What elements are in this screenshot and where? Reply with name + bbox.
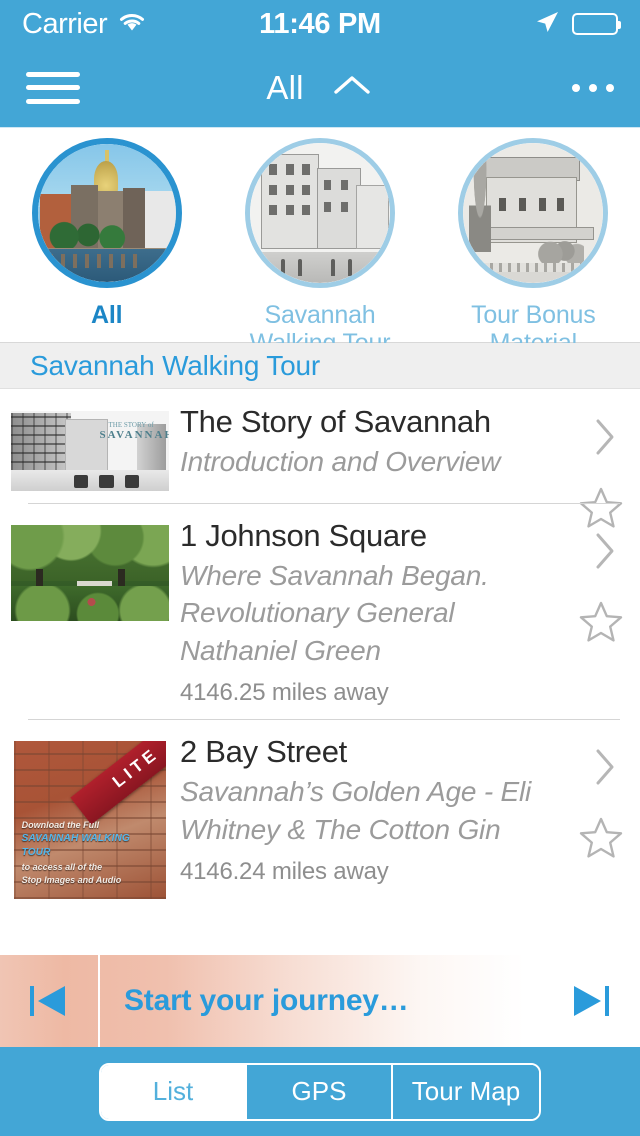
list-item-title: 1 Johnson Square xyxy=(180,518,427,553)
chevron-up-icon[interactable] xyxy=(330,70,374,105)
section-header: Savannah Walking Tour xyxy=(0,343,640,389)
category-strip: All Savannah Tour Bonus xyxy=(0,128,640,356)
list-item-subtitle: Introduction and Overview xyxy=(180,445,501,477)
page-title[interactable]: All xyxy=(266,69,303,107)
chevron-right-icon[interactable] xyxy=(590,745,620,794)
tour-stop-list[interactable]: THE STORY of SAVANNAH The Story of Savan… xyxy=(0,389,640,955)
player-status-text: Start your journey… xyxy=(124,984,409,1017)
list-item-body: The Story of Savannah Introduction and O… xyxy=(180,403,640,491)
promo-line-4: Stop Images and Audio xyxy=(21,874,122,885)
list-item-body: 2 Bay Street Savannah’s Golden Age - Eli… xyxy=(180,733,640,899)
bottom-tab-bar: List GPS Tour Map xyxy=(0,1047,640,1136)
chevron-right-icon[interactable] xyxy=(590,415,620,464)
app-root: Carrier 11:46 PM All All Savannah Tour B… xyxy=(0,0,640,1136)
battery-icon xyxy=(572,13,622,35)
status-bar-clock: 11:46 PM xyxy=(259,7,381,40)
thumb-promo-text: Download the Full SAVANNAH WALKING TOUR … xyxy=(22,819,159,887)
list-item-distance: 4146.24 miles away xyxy=(180,858,389,886)
broughton-street-engraving xyxy=(249,143,390,283)
promo-line-2: SAVANNAH WALKING TOUR xyxy=(21,832,130,859)
carrier-label: Carrier xyxy=(22,7,108,40)
list-item-subtitle: Savannah’s Golden Age - Eli Whitney & Th… xyxy=(180,776,532,845)
list-item-subtitle: Where Savannah Began. Revolutionary Gene… xyxy=(180,559,489,666)
thumb-logo-main: SAVANNAH xyxy=(99,429,170,442)
list-item-thumb-wrap xyxy=(0,517,180,707)
lite-badge: LITE xyxy=(70,741,166,825)
promo-line-1: Download the Full xyxy=(21,819,100,830)
category-item-all[interactable]: All xyxy=(7,138,207,330)
audio-player-bar: Start your journey… xyxy=(0,955,640,1047)
category-thumb-all[interactable] xyxy=(31,138,182,288)
location-arrow-icon xyxy=(534,9,560,40)
nav-title-group: All xyxy=(0,48,640,127)
chevron-right-icon[interactable] xyxy=(590,529,620,578)
johnson-square-park-photo xyxy=(11,525,169,621)
status-bar: Carrier 11:46 PM xyxy=(0,0,640,48)
savannah-river-street-photo xyxy=(37,144,176,282)
star-outline-icon[interactable] xyxy=(578,815,624,866)
thumb-logo-top: THE STORY of xyxy=(108,421,154,430)
vintage-street-photo: THE STORY of SAVANNAH xyxy=(11,411,169,491)
historic-house-engraving xyxy=(463,143,604,283)
section-header-title: Savannah Walking Tour xyxy=(30,349,320,381)
list-item-title: The Story of Savannah xyxy=(180,404,491,439)
brick-wall-lite-promo: LITE Download the Full SAVANNAH WALKING … xyxy=(14,741,166,900)
category-thumb-walking-tour[interactable] xyxy=(244,138,395,288)
view-mode-segmented-control[interactable]: List GPS Tour Map xyxy=(99,1062,541,1121)
wifi-icon xyxy=(117,11,147,38)
category-thumb-bonus-material[interactable] xyxy=(458,138,609,288)
hamburger-menu-icon[interactable] xyxy=(26,68,80,108)
list-item-title: 2 Bay Street xyxy=(180,734,347,770)
skip-previous-icon[interactable] xyxy=(0,955,100,1047)
category-label-all: All xyxy=(90,301,123,329)
nav-bar: All xyxy=(0,48,640,128)
list-item-thumb-wrap: THE STORY of SAVANNAH xyxy=(0,403,180,491)
tab-tour-map[interactable]: Tour Map xyxy=(393,1064,539,1119)
list-item[interactable]: 1 Johnson Square Where Savannah Began. R… xyxy=(0,503,640,719)
promo-line-3: to access all of the xyxy=(21,861,103,872)
list-item-distance: 4146.25 miles away xyxy=(180,679,389,707)
list-item-thumb-wrap: LITE Download the Full SAVANNAH WALKING … xyxy=(0,733,180,900)
more-options-icon[interactable] xyxy=(572,83,614,92)
skip-next-icon[interactable] xyxy=(540,955,640,1047)
star-outline-icon[interactable] xyxy=(578,599,624,650)
status-bar-left: Carrier xyxy=(22,7,259,40)
list-item-body: 1 Johnson Square Where Savannah Began. R… xyxy=(180,517,640,707)
tab-gps[interactable]: GPS xyxy=(247,1064,393,1119)
list-item[interactable]: LITE Download the Full SAVANNAH WALKING … xyxy=(0,719,640,911)
tab-list[interactable]: List xyxy=(101,1064,247,1119)
list-item[interactable]: THE STORY of SAVANNAH The Story of Savan… xyxy=(0,389,640,528)
category-item-bonus-material[interactable]: Tour Bonus Material xyxy=(433,138,633,357)
status-bar-right xyxy=(381,9,622,40)
category-item-walking-tour[interactable]: Savannah Walking Tour xyxy=(220,138,420,357)
